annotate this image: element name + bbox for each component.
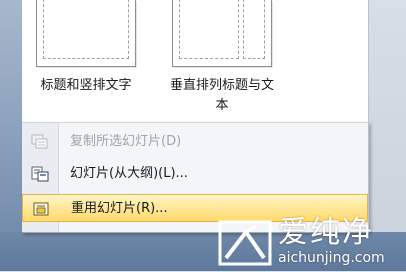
layout-option-vertical-title-text[interactable]: 垂直排列标题与文 本 bbox=[162, 0, 282, 122]
watermark: 爱纯净 aichunjing.com bbox=[216, 212, 406, 271]
reuse-slides-icon bbox=[32, 201, 50, 217]
slides-from-outline-icon bbox=[31, 166, 49, 182]
layout-thumbnail bbox=[172, 0, 272, 67]
placeholder-box bbox=[179, 0, 239, 59]
layout-option-title-vertical-text[interactable]: 标题和竖排文字 bbox=[26, 0, 146, 122]
watermark-title: 爱纯净 bbox=[278, 215, 374, 250]
watermark-logo-icon bbox=[216, 218, 274, 268]
app-background bbox=[0, 0, 22, 271]
duplicate-slides-icon bbox=[31, 134, 49, 150]
menu-item-label: 重用幻灯片(R)... bbox=[71, 201, 168, 216]
menu-item-duplicate-slides[interactable]: 复制所选幻灯片(D) bbox=[22, 128, 368, 156]
menu-item-label: 复制所选幻灯片(D) bbox=[70, 134, 182, 149]
placeholder-box bbox=[43, 0, 129, 59]
menu-item-slides-from-outline[interactable]: 幻灯片(从大纲)(L)... bbox=[22, 160, 368, 188]
menu-item-label: 幻灯片(从大纲)(L)... bbox=[70, 166, 188, 181]
layout-gallery: 标题和竖排文字 垂直排列标题与文 本 bbox=[22, 0, 369, 122]
watermark-url: aichunjing.com bbox=[278, 250, 385, 266]
placeholder-box bbox=[243, 0, 265, 59]
layout-thumbnail bbox=[36, 0, 136, 67]
layout-label: 标题和竖排文字 bbox=[40, 78, 132, 93]
layout-label: 垂直排列标题与文 本 bbox=[169, 78, 274, 113]
menu-separator bbox=[22, 122, 368, 123]
